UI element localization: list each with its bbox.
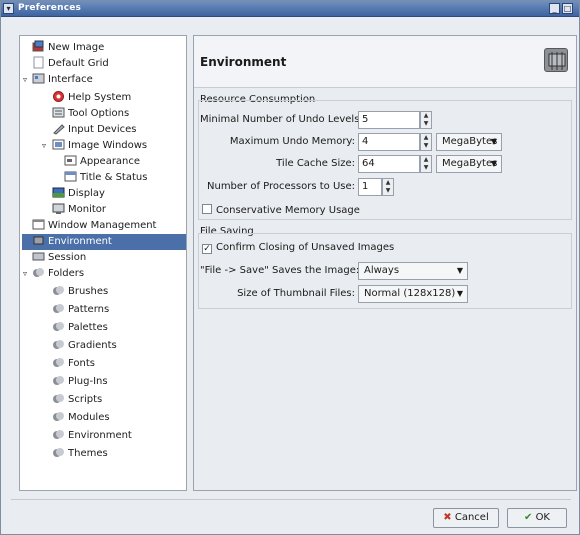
folder-icon — [52, 374, 65, 387]
tree-item-image-windows[interactable]: Image Windows — [52, 138, 147, 154]
window-management-icon — [32, 218, 45, 231]
panel-header: Environment — [194, 36, 576, 88]
tool-options-icon — [52, 106, 65, 119]
thumbnail-size-select[interactable]: Normal (128x128) ▼ — [358, 285, 468, 303]
image-windows-icon — [52, 138, 65, 151]
processors-spinner[interactable]: ▲ ▼ — [382, 178, 394, 196]
processors-input[interactable]: 1 — [358, 178, 382, 196]
tree-item-environment[interactable]: Environment — [22, 234, 186, 250]
folder-icon — [52, 428, 65, 441]
tree-item-gradients[interactable]: Gradients — [52, 338, 117, 354]
grid-icon — [32, 56, 45, 69]
environment-chip-icon — [32, 234, 45, 247]
folder-icon — [52, 284, 65, 297]
folder-icon — [52, 320, 65, 333]
folder-icon — [52, 338, 65, 351]
tree-item-title-status[interactable]: Title & Status — [64, 170, 147, 186]
minimize-button[interactable]: _ — [549, 3, 560, 14]
tree-item-session[interactable]: Session — [32, 250, 86, 266]
processors-label: Number of Processors to Use: — [207, 181, 355, 192]
tree-item-help-system[interactable]: Help System — [52, 90, 131, 106]
undo-levels-label: Minimal Number of Undo Levels: — [200, 114, 363, 125]
folder-icon — [52, 356, 65, 369]
interface-icon — [32, 72, 45, 85]
thumbnail-size-label: Size of Thumbnail Files: — [237, 288, 355, 299]
maximize-button[interactable]: □ — [562, 3, 573, 14]
conservative-memory-checkbox[interactable]: Conservative Memory Usage — [202, 204, 360, 216]
tile-cache-spinner[interactable]: ▲ ▼ — [420, 155, 432, 173]
checkmark-icon: ✔ — [523, 512, 533, 523]
undo-memory-input[interactable]: 4 — [358, 133, 420, 151]
cancel-button[interactable]: ✖ Cancel — [433, 508, 499, 528]
tree-item-default-grid[interactable]: Default Grid — [32, 56, 109, 72]
environment-panel: Environment Resource Consumption Minimal… — [193, 35, 577, 491]
tree-item-tool-options[interactable]: Tool Options — [52, 106, 129, 122]
tree-item-scripts[interactable]: Scripts — [52, 392, 102, 408]
environment-chip-icon — [544, 48, 568, 72]
tree-item-input-devices[interactable]: Input Devices — [52, 122, 136, 138]
tile-cache-label: Tile Cache Size: — [276, 158, 355, 169]
page-title: Environment — [200, 55, 287, 69]
folder-icon — [32, 266, 45, 279]
confirm-closing-checkbox[interactable]: ✓ Confirm Closing of Unsaved Images — [202, 242, 394, 254]
appearance-icon — [64, 154, 77, 167]
ok-button[interactable]: ✔ OK — [507, 508, 567, 528]
tree-item-new-image[interactable]: New Image — [32, 40, 104, 56]
tree-item-window-management[interactable]: Window Management — [32, 218, 156, 234]
tree-item-themes[interactable]: Themes — [52, 446, 108, 462]
undo-memory-label: Maximum Undo Memory: — [229, 136, 355, 147]
help-icon — [52, 90, 65, 103]
tree-item-plug-ins[interactable]: Plug-Ins — [52, 374, 108, 390]
new-image-icon — [32, 40, 45, 53]
tree-item-modules[interactable]: Modules — [52, 410, 110, 426]
display-icon — [52, 186, 65, 199]
title-bar[interactable]: ▾ Preferences _ □ — [1, 1, 579, 17]
button-separator — [11, 499, 571, 500]
tree-item-patterns[interactable]: Patterns — [52, 302, 109, 318]
preferences-window: ▾ Preferences _ □ New Image Default Grid… — [0, 0, 580, 535]
undo-levels-input[interactable]: 5 — [358, 111, 420, 129]
folder-icon — [52, 392, 65, 405]
undo-memory-unit-select[interactable]: MegaBytes ▼ — [436, 133, 502, 151]
folder-icon — [52, 410, 65, 423]
input-devices-icon — [52, 122, 65, 135]
chevron-down-icon: ▼ — [456, 289, 463, 298]
expander-image-windows-icon[interactable]: ▿ — [42, 138, 52, 154]
checkbox-unchecked-icon — [202, 204, 212, 214]
tile-cache-unit-select[interactable]: MegaBytes ▼ — [436, 155, 502, 173]
monitor-icon — [52, 202, 65, 215]
chevron-down-icon: ▼ — [456, 266, 463, 275]
save-behavior-label: "File -> Save" Saves the Image: — [200, 265, 360, 276]
checkmark-icon: ✓ — [202, 244, 212, 254]
tree-item-appearance[interactable]: Appearance — [64, 154, 140, 170]
window-menu-icon[interactable]: ▾ — [3, 3, 14, 14]
window-title: Preferences — [18, 3, 82, 13]
cancel-icon: ✖ — [443, 512, 452, 523]
preferences-tree[interactable]: New Image Default Grid ▿ Interface Help … — [19, 35, 187, 491]
undo-memory-spinner[interactable]: ▲ ▼ — [420, 133, 432, 151]
tree-item-fonts[interactable]: Fonts — [52, 356, 95, 372]
tree-item-folder-environment[interactable]: Environment — [52, 428, 132, 444]
folder-icon — [52, 302, 65, 315]
save-behavior-select[interactable]: Always ▼ — [358, 262, 468, 280]
title-status-icon — [64, 170, 77, 183]
tree-item-interface[interactable]: Interface — [32, 72, 93, 88]
folder-icon — [52, 446, 65, 459]
tree-item-brushes[interactable]: Brushes — [52, 284, 108, 300]
chevron-down-icon: ▼ — [490, 137, 497, 146]
tree-item-folders[interactable]: Folders — [32, 266, 84, 282]
undo-levels-spinner[interactable]: ▲ ▼ — [420, 111, 432, 129]
session-icon — [32, 250, 45, 263]
tile-cache-input[interactable]: 64 — [358, 155, 420, 173]
chevron-down-icon: ▼ — [490, 159, 497, 168]
tree-item-display[interactable]: Display — [52, 186, 105, 202]
tree-item-palettes[interactable]: Palettes — [52, 320, 108, 336]
tree-item-monitor[interactable]: Monitor — [52, 202, 106, 218]
